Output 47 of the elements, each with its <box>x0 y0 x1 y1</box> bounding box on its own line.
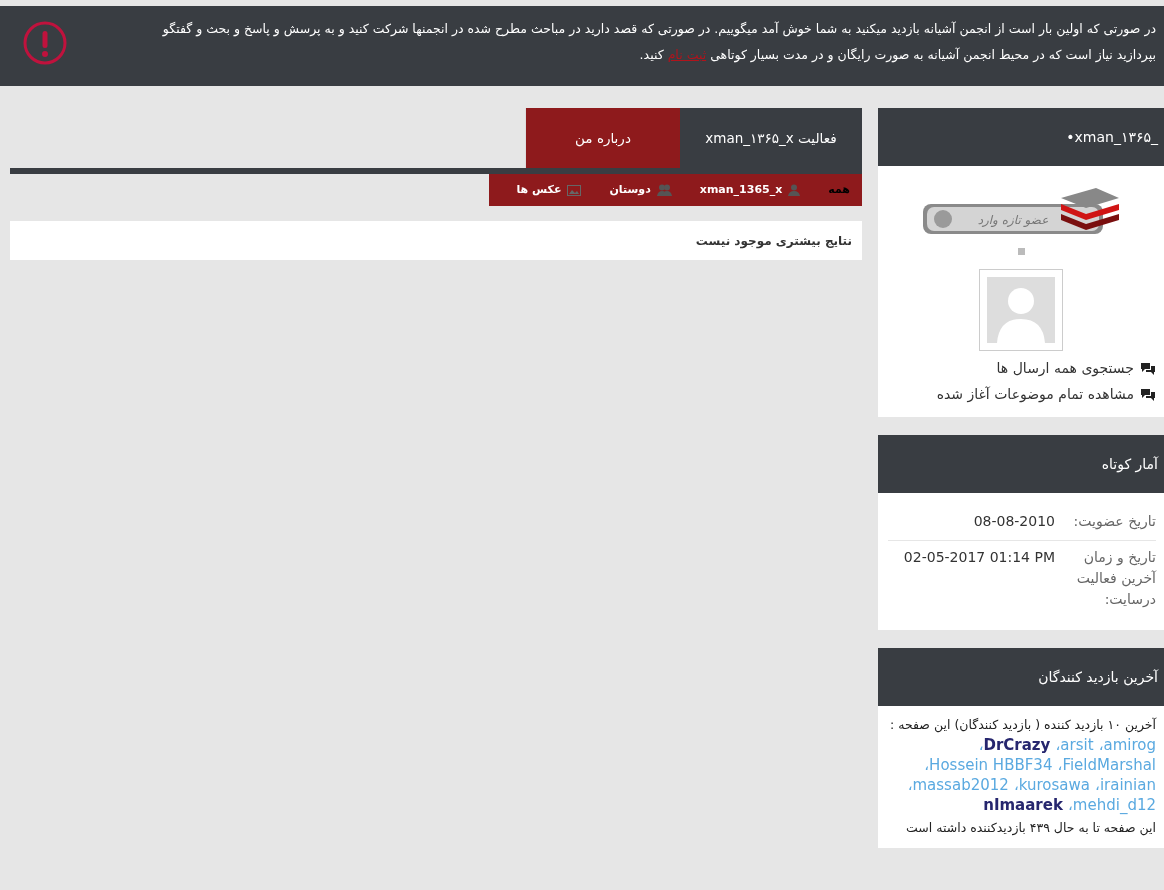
separator: ، <box>1095 775 1100 795</box>
notice-text: در صورتی که اولین بار است از انجمن آشیانه بازدید میکنید به شما خوش آمد میگوییم. در صورتی که قصد دارید در مباحث مطرح شده در انجمنها شرکت کنید و به پرسش و پاسخ و بحث و گفتگو بپردازید نیاز است که در محیط انجمن آشیانه به صورت رایگان و در مدت بسیار کوتاهی ثبت نام کنید. <box>161 20 1156 65</box>
visitor-link[interactable]: irainian <box>1099 775 1156 795</box>
visitor-link[interactable]: amirog <box>1103 735 1156 755</box>
separator: ، <box>1013 775 1019 795</box>
visitor-link[interactable]: massab2012 <box>912 775 1009 795</box>
separator: ، <box>907 775 913 795</box>
profile-link[interactable]: مشاهده تمام موضوعات آغاز شده <box>936 381 1156 407</box>
stat-value: 08-08-2010 <box>973 512 1055 531</box>
profile-link[interactable]: جستجوی همه ارسال ها <box>936 355 1156 381</box>
filter-tab[interactable]: xman_1365_x <box>699 181 801 199</box>
chat-icon <box>1140 387 1156 401</box>
visitor-link[interactable]: arsit <box>1060 735 1094 755</box>
separator: ، <box>1055 735 1061 755</box>
filter-tab[interactable]: دوستان <box>609 181 672 199</box>
username-title: xman_۱۳۶۵_ <box>1074 127 1158 147</box>
filter-tab[interactable]: عکس ها <box>516 181 582 199</box>
visitor-link[interactable]: mehdi_d12 <box>1072 795 1156 815</box>
register-link[interactable]: ثبت نام <box>667 47 707 62</box>
panel-header: آخرین بازدید کنندگان <box>878 648 1164 706</box>
no-results-text: نتایج بیشتری موجود نیست <box>695 232 852 250</box>
visitors-count: این صفحه تا به حال ۴۳۹ بازدیدکننده داشته است <box>905 818 1156 838</box>
visitor-link[interactable]: FieldMarshal <box>1062 755 1156 775</box>
visitor-link[interactable]: kurosawa <box>1018 775 1090 795</box>
separator: ، <box>1098 735 1104 755</box>
person-icon <box>788 184 801 196</box>
separator: ، <box>1068 795 1073 815</box>
separator: ، <box>924 755 930 775</box>
people-icon <box>656 184 672 196</box>
visitors-intro: آخرین ۱۰ بازدید کننده ( بازدید کنندگان) این صفحه : <box>889 716 1156 735</box>
status-square <box>1017 248 1025 255</box>
bullet: • <box>1066 127 1075 147</box>
alert-icon <box>22 20 68 66</box>
stat-label: تاریخ و زمان آخرین فعالیت درسایت: <box>1075 548 1156 609</box>
separator: ، <box>978 735 984 755</box>
visitor-link[interactable]: Hossein HBBF34 <box>929 755 1053 775</box>
stat-label: تاریخ عضویت: <box>1072 512 1156 532</box>
visitor-link[interactable]: DrCrazy <box>983 735 1051 755</box>
panel-header: آمار کوتاه <box>878 435 1164 493</box>
filter-tab[interactable]: همه <box>828 181 850 199</box>
profile-tab[interactable]: فعالیت xman_۱۳۶۵_x <box>680 108 862 168</box>
profile-tab[interactable]: درباره من <box>525 108 680 168</box>
visitor-link[interactable]: nImaarek <box>983 795 1063 815</box>
picture-icon <box>567 184 582 196</box>
stat-value: 02-05-2017 01:14 PM <box>903 548 1055 567</box>
chat-icon <box>1140 361 1156 375</box>
separator: ، <box>1057 755 1063 775</box>
